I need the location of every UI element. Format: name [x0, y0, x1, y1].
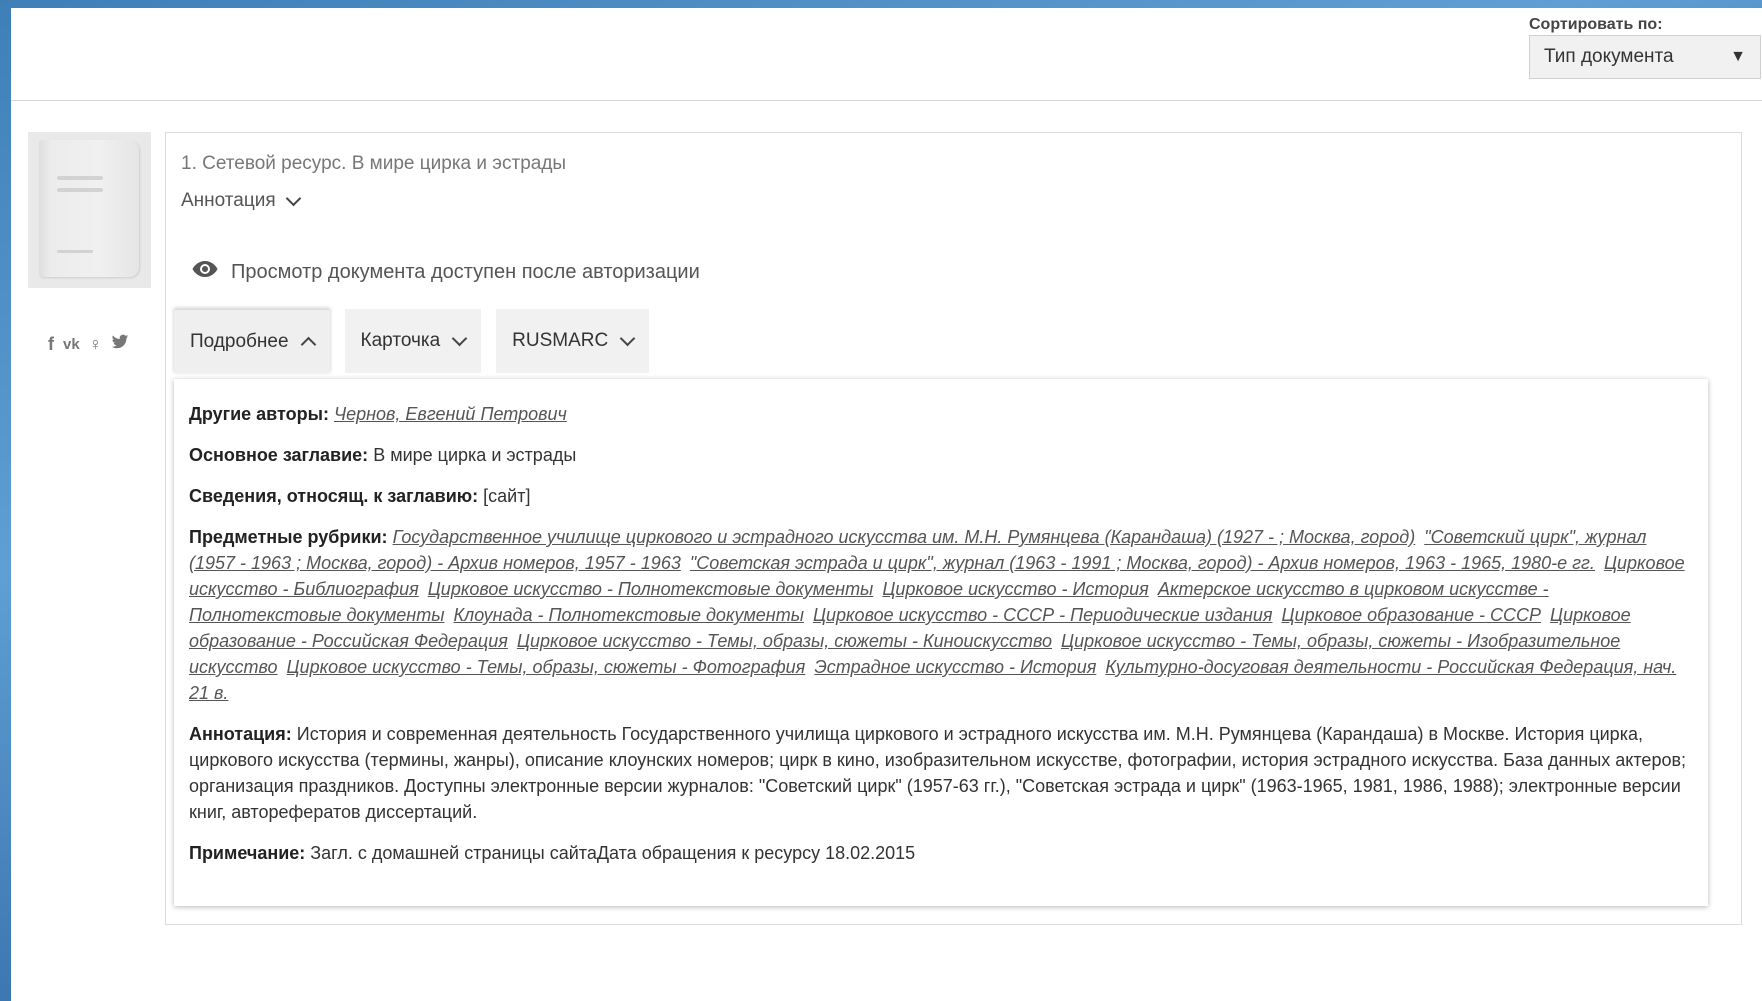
main-title-label: Основное заглавие:: [189, 445, 369, 465]
social-share: f vk ♀: [48, 334, 129, 355]
chevron-down-icon: [451, 330, 468, 347]
subject-link[interactable]: Цирковое искусство - Темы, образы, сюжет…: [287, 657, 806, 677]
subject-link[interactable]: Государственное училище циркового и эстр…: [393, 527, 1416, 547]
subject-link[interactable]: Клоунада - Полнотекстовые документы: [453, 605, 803, 625]
tab-details[interactable]: Подробнее: [174, 309, 330, 373]
vk-icon[interactable]: vk: [63, 336, 80, 355]
subject-link[interactable]: Цирковое искусство - История: [882, 579, 1148, 599]
record-tabs: Подробнее Карточка RUSMARC: [174, 309, 650, 373]
subjects-row: Предметные рубрики: Государственное учил…: [189, 524, 1692, 706]
details-panel: Другие авторы: Чернов, Евгений Петрович …: [174, 379, 1708, 906]
book-icon: [39, 140, 139, 277]
sort-select-value: Тип документа: [1544, 46, 1674, 67]
subjects-label: Предметные рубрики:: [189, 527, 388, 547]
annotation-row: Аннотация: История и современная деятель…: [189, 721, 1692, 825]
main-title-row: Основное заглавие: В мире цирка и эстрад…: [189, 442, 1692, 468]
subject-link[interactable]: "Советская эстрада и цирк", журнал (1963…: [690, 553, 1595, 573]
chevron-down-icon: [285, 190, 301, 207]
title-info-label: Сведения, относящ. к заглавию:: [189, 486, 479, 506]
sort-select[interactable]: Тип документа ▼: [1529, 35, 1761, 79]
tab-details-label: Подробнее: [190, 330, 289, 352]
author-link[interactable]: Чернов, Евгений Петрович: [334, 404, 567, 424]
authors-row: Другие авторы: Чернов, Евгений Петрович: [189, 401, 1692, 427]
tab-rusmarc-label: RUSMARC: [512, 330, 609, 351]
results-page: Сортировать по: Тип документа ▼ f vk ♀ 1…: [11, 8, 1762, 1001]
document-thumbnail: [28, 132, 151, 288]
title-info-row: Сведения, относящ. к заглавию: [сайт]: [189, 483, 1692, 509]
subject-link[interactable]: Цирковое образование - СССР: [1281, 605, 1541, 625]
annotation-label: Аннотация:: [189, 724, 292, 744]
note-value: Загл. с домашней страницы сайтаДата обра…: [310, 843, 916, 863]
subject-link[interactable]: Цирковое искусство - СССР - Периодически…: [813, 605, 1273, 625]
annotation-toggle-label: Аннотация: [181, 190, 276, 211]
view-access-note: Просмотр документа доступен после автори…: [191, 260, 700, 284]
record-title: 1. Сетевой ресурс. В мире цирка и эстрад…: [181, 153, 567, 174]
chevron-down-icon: [619, 330, 636, 347]
eye-icon: [191, 260, 219, 284]
main-title-value: В мире цирка и эстрады: [373, 445, 577, 465]
tab-card[interactable]: Карточка: [344, 309, 482, 373]
facebook-icon[interactable]: f: [48, 334, 54, 355]
odnoklassniki-icon[interactable]: ♀: [89, 334, 103, 355]
subject-link[interactable]: Эстрадное искусство - История: [814, 657, 1096, 677]
chevron-up-icon: [300, 336, 316, 352]
dropdown-arrow-icon: ▼: [1730, 48, 1746, 65]
record-card: 1. Сетевой ресурс. В мире цирка и эстрад…: [165, 132, 1742, 925]
annotation-toggle[interactable]: Аннотация: [181, 190, 301, 212]
subject-link[interactable]: Цирковое искусство - Темы, образы, сюжет…: [517, 631, 1052, 651]
view-access-text: Просмотр документа доступен после автори…: [231, 260, 700, 283]
authors-label: Другие авторы:: [189, 404, 329, 424]
twitter-icon[interactable]: [111, 334, 129, 355]
sort-label: Сортировать по:: [1529, 16, 1663, 33]
sort-bar: Сортировать по: Тип документа ▼: [11, 8, 1762, 101]
title-info-value: [сайт]: [483, 486, 531, 506]
subject-link[interactable]: Цирковое искусство - Полнотекстовые доку…: [428, 579, 874, 599]
note-row: Примечание: Загл. с домашней страницы са…: [189, 840, 1692, 866]
tab-card-label: Карточка: [360, 330, 441, 351]
tab-rusmarc[interactable]: RUSMARC: [496, 309, 650, 373]
annotation-value: История и современная деятельность Госуд…: [189, 724, 1687, 822]
note-label: Примечание:: [189, 843, 306, 863]
